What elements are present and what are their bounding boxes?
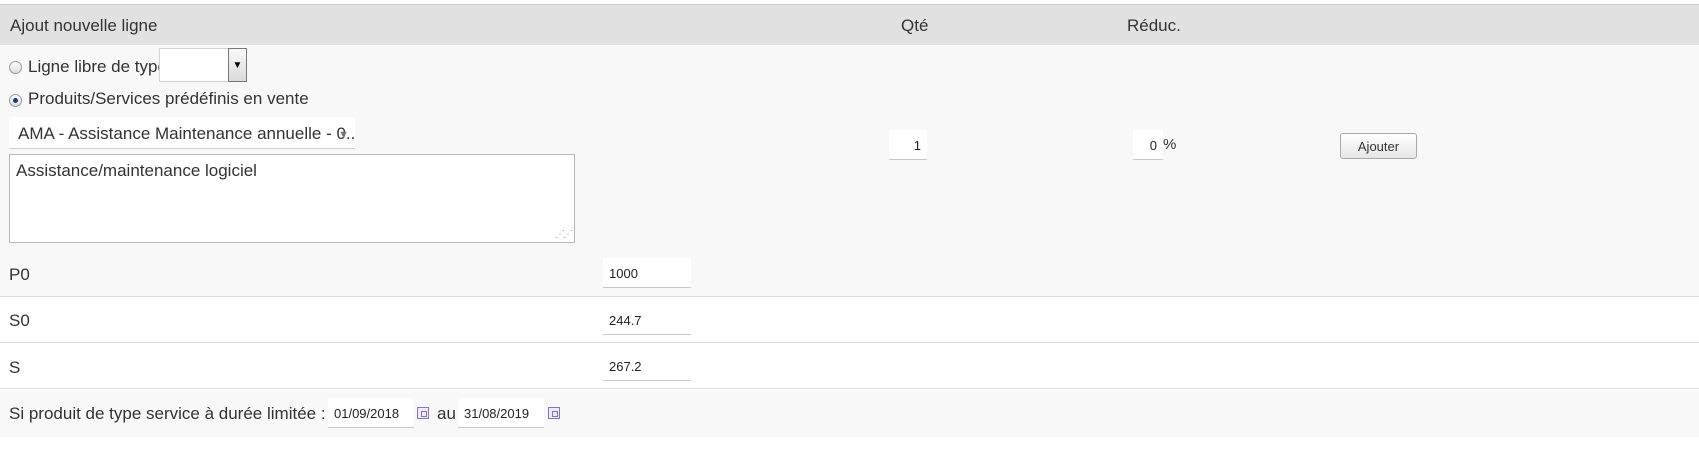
description-textarea[interactable]: Assistance/maintenance logiciel ⋰⋰ <box>9 154 575 243</box>
free-line-radio[interactable] <box>9 61 22 74</box>
product-select[interactable]: AMA - Assistance Maintenance annuelle - … <box>9 117 355 149</box>
chevron-down-icon[interactable]: ▼ <box>228 48 247 82</box>
service-period-between: au <box>437 404 456 423</box>
description-text: Assistance/maintenance logiciel <box>16 161 257 180</box>
field-input-s0[interactable]: 244.7 <box>603 305 691 335</box>
table-header: Ajout nouvelle ligne Qté Réduc. <box>0 4 1699 46</box>
resize-grip-icon[interactable]: ⋰⋰ <box>555 229 573 240</box>
header-discount: Réduc. <box>1127 16 1181 35</box>
start-date-input[interactable]: 01/09/2018 <box>328 398 414 428</box>
field-input-s[interactable]: 267.2 <box>603 351 691 381</box>
product-select-value: AMA - Assistance Maintenance annuelle - … <box>18 124 355 143</box>
free-line-type-select[interactable] <box>159 48 229 82</box>
end-date-input[interactable]: 31/08/2019 <box>458 398 544 428</box>
field-row-s <box>0 343 1699 389</box>
field-row-s0 <box>0 297 1699 343</box>
add-line-button[interactable]: Ajouter <box>1340 133 1417 159</box>
qty-input[interactable]: 1 <box>889 130 927 160</box>
field-row-p0 <box>0 251 1699 297</box>
header-title: Ajout nouvelle ligne <box>10 16 158 35</box>
field-label-s0: S0 <box>9 311 30 330</box>
field-label-p0: P0 <box>9 265 30 284</box>
field-input-p0[interactable]: 1000 <box>603 258 691 288</box>
header-qty: Qté <box>901 16 929 35</box>
predefined-label: Produits/Services prédéfinis en vente <box>28 89 309 108</box>
discount-unit: % <box>1163 136 1177 153</box>
chevron-down-icon: ▼ <box>338 129 349 141</box>
predefined-radio[interactable] <box>9 94 22 107</box>
field-label-s: S <box>9 358 21 377</box>
calendar-icon[interactable] <box>548 407 560 419</box>
discount-input[interactable]: 0 <box>1133 130 1163 160</box>
calendar-icon[interactable] <box>417 407 429 419</box>
service-period-label: Si produit de type service à durée limit… <box>9 404 353 423</box>
free-line-label: Ligne libre de type <box>28 57 167 76</box>
